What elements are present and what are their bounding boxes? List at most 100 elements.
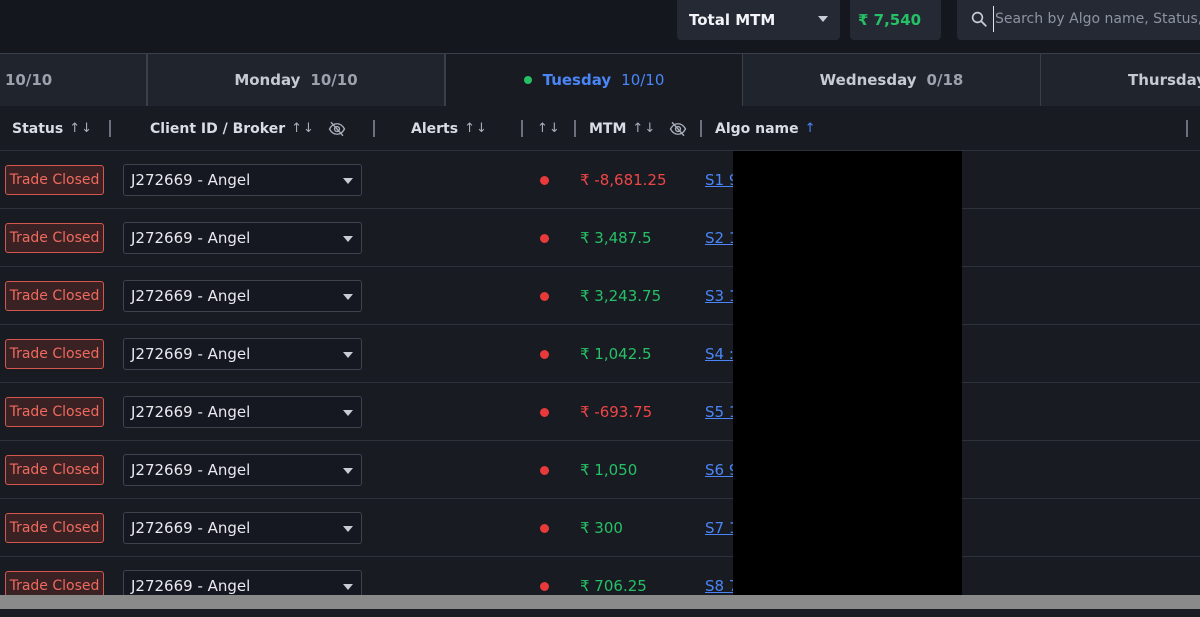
table-row: Trade Closed J272669 - Angel ₹ -693.75 S… bbox=[0, 383, 1200, 441]
sort-arrows-icon[interactable]: ↑↓ bbox=[632, 121, 656, 136]
tab-count: 10/10 bbox=[310, 71, 358, 89]
redaction-overlay bbox=[733, 151, 962, 595]
column-divider[interactable] bbox=[373, 120, 375, 137]
tab-label: Wednesday bbox=[819, 71, 917, 89]
client-broker-value: J272669 - Angel bbox=[131, 519, 251, 537]
client-broker-value: J272669 - Angel bbox=[131, 345, 251, 363]
algo-link[interactable]: S1 9 bbox=[705, 151, 733, 209]
column-divider[interactable] bbox=[109, 120, 111, 137]
sort-arrows-icon[interactable]: ↑↓ bbox=[537, 121, 561, 136]
status-badge: Trade Closed bbox=[5, 281, 104, 311]
algo-link[interactable]: S6 9 bbox=[705, 441, 733, 499]
table-row: Trade Closed J272669 - Angel ₹ -8,681.25… bbox=[0, 151, 1200, 209]
status-badge: Trade Closed bbox=[5, 165, 104, 195]
table-row: Trade Closed J272669 - Angel ₹ 1,042.5 S… bbox=[0, 325, 1200, 383]
chevron-down-icon bbox=[343, 584, 353, 590]
total-mtm-dropdown[interactable]: Total MTM bbox=[677, 0, 840, 40]
chevron-down-icon bbox=[818, 16, 828, 22]
search-box[interactable] bbox=[957, 0, 1200, 40]
row-mtm: ₹ 1,042.5 bbox=[580, 345, 652, 363]
eye-off-icon[interactable] bbox=[327, 120, 347, 138]
client-broker-dropdown[interactable]: J272669 - Angel bbox=[123, 338, 362, 370]
client-broker-dropdown[interactable]: J272669 - Angel bbox=[123, 222, 362, 254]
tab-wednesday[interactable]: Wednesday 0/18 bbox=[742, 53, 1041, 106]
tab-count: 10/10 bbox=[621, 71, 665, 89]
column-divider[interactable] bbox=[521, 120, 523, 137]
status-dot-icon bbox=[540, 582, 549, 591]
active-dot-icon bbox=[523, 76, 532, 84]
algo-link[interactable]: S7 1 bbox=[705, 499, 733, 557]
client-broker-dropdown[interactable]: J272669 - Angel bbox=[123, 164, 362, 196]
status-dot-icon bbox=[540, 350, 549, 359]
client-broker-dropdown[interactable]: J272669 - Angel bbox=[123, 454, 362, 486]
row-mtm: ₹ -693.75 bbox=[580, 403, 653, 421]
client-broker-dropdown[interactable]: J272669 - Angel bbox=[123, 396, 362, 428]
row-mtm: ₹ -8,681.25 bbox=[580, 171, 667, 189]
top-bar: Total MTM ₹ 7,540 bbox=[0, 0, 1200, 53]
column-algo[interactable]: Algo name ↑ bbox=[715, 106, 817, 151]
chevron-down-icon bbox=[343, 410, 353, 416]
client-broker-value: J272669 - Angel bbox=[131, 287, 251, 305]
client-broker-value: J272669 - Angel bbox=[131, 577, 251, 595]
column-alerts[interactable]: Alerts ↑↓ bbox=[411, 106, 488, 151]
eye-off-icon[interactable] bbox=[668, 120, 688, 138]
horizontal-scrollbar[interactable] bbox=[0, 595, 1200, 609]
column-status[interactable]: Status ↑↓ bbox=[12, 106, 93, 151]
row-mtm: ₹ 300 bbox=[580, 519, 623, 537]
column-indicator[interactable]: ↑↓ bbox=[531, 106, 561, 151]
column-client[interactable]: Client ID / Broker ↑↓ bbox=[150, 106, 347, 151]
tab-previous[interactable]: 10/10 bbox=[0, 53, 147, 106]
search-icon bbox=[971, 11, 987, 27]
tab-label: Monday bbox=[234, 71, 301, 89]
search-input[interactable] bbox=[993, 6, 1200, 32]
algo-link[interactable]: S2 1 bbox=[705, 209, 733, 267]
client-broker-value: J272669 - Angel bbox=[131, 461, 251, 479]
algo-link[interactable]: S4 : bbox=[705, 325, 733, 383]
row-mtm: ₹ 3,487.5 bbox=[580, 229, 652, 247]
status-dot-icon bbox=[540, 408, 549, 417]
table-row: Trade Closed J272669 - Angel ₹ 3,243.75 … bbox=[0, 267, 1200, 325]
column-label: Client ID / Broker bbox=[150, 120, 286, 137]
table-row: Trade Closed J272669 - Angel ₹ 300 S7 1 bbox=[0, 499, 1200, 557]
column-divider[interactable] bbox=[1186, 120, 1188, 137]
day-tabs: 10/10 Monday 10/10 Tuesday 10/10 Wednesd… bbox=[0, 53, 1200, 106]
status-dot-icon bbox=[540, 292, 549, 301]
row-mtm: ₹ 3,243.75 bbox=[580, 287, 662, 305]
client-broker-dropdown[interactable]: J272669 - Angel bbox=[123, 512, 362, 544]
column-label: Status bbox=[12, 120, 64, 137]
tab-count: 0/18 bbox=[926, 71, 964, 89]
column-divider[interactable] bbox=[700, 120, 702, 137]
column-mtm[interactable]: MTM ↑↓ bbox=[589, 106, 688, 151]
client-broker-value: J272669 - Angel bbox=[131, 403, 251, 421]
chevron-down-icon bbox=[343, 236, 353, 242]
tab-tuesday[interactable]: Tuesday 10/10 bbox=[445, 53, 743, 106]
column-divider[interactable] bbox=[574, 120, 576, 137]
total-mtm-value: ₹ 7,540 bbox=[850, 0, 941, 40]
status-dot-icon bbox=[540, 466, 549, 475]
column-label: Algo name bbox=[715, 120, 799, 137]
status-dot-icon bbox=[540, 176, 549, 185]
tab-thursday[interactable]: Thursday bbox=[1040, 53, 1200, 106]
algo-link[interactable]: S3 1 bbox=[705, 267, 733, 325]
status-badge: Trade Closed bbox=[5, 513, 104, 543]
tab-label: Thursday bbox=[1128, 71, 1200, 89]
sort-arrows-icon[interactable]: ↑↓ bbox=[69, 121, 93, 136]
total-mtm-label: Total MTM bbox=[689, 11, 776, 29]
status-dot-icon bbox=[540, 524, 549, 533]
tab-monday[interactable]: Monday 10/10 bbox=[147, 53, 445, 106]
sort-arrows-icon[interactable]: ↑↓ bbox=[464, 121, 488, 136]
status-badge: Trade Closed bbox=[5, 455, 104, 485]
sort-arrows-icon[interactable]: ↑↓ bbox=[291, 121, 315, 136]
client-broker-dropdown[interactable]: J272669 - Angel bbox=[123, 280, 362, 312]
column-label: MTM bbox=[589, 120, 627, 137]
scrollbar-track bbox=[0, 609, 1200, 617]
table-header: Status ↑↓ Client ID / Broker ↑↓ Alerts ↑… bbox=[0, 106, 1200, 151]
client-broker-value: J272669 - Angel bbox=[131, 229, 251, 247]
algo-link[interactable]: S5 1 bbox=[705, 383, 733, 441]
row-mtm: ₹ 1,050 bbox=[580, 461, 638, 479]
chevron-down-icon bbox=[343, 526, 353, 532]
chevron-down-icon bbox=[343, 352, 353, 358]
chevron-down-icon bbox=[343, 468, 353, 474]
sort-ascending-icon[interactable]: ↑ bbox=[805, 121, 817, 136]
chevron-down-icon bbox=[343, 178, 353, 184]
